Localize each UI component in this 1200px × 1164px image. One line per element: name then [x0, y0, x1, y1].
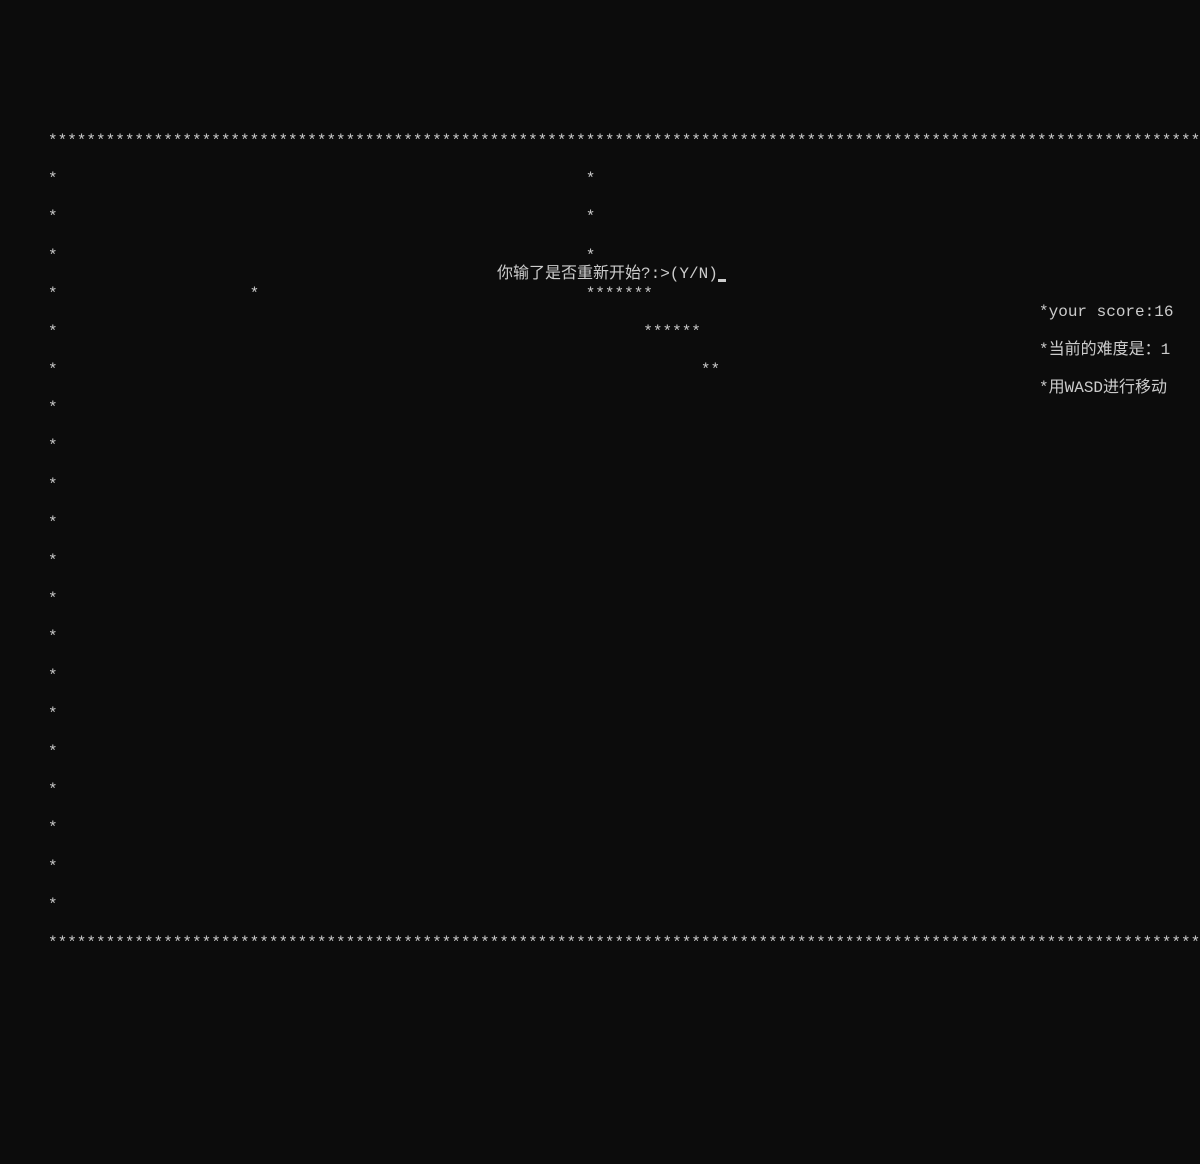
game-row: * *	[48, 819, 1200, 838]
game-row: * *	[48, 437, 1200, 456]
game-row: * *	[48, 705, 1200, 724]
game-row: * *	[48, 552, 1200, 571]
game-sidebar: *your score:16 *当前的难度是：1 *用WASD进行移动	[1039, 284, 1173, 418]
game-row: * *	[48, 628, 1200, 647]
score-display: *your score:16	[1039, 303, 1173, 322]
game-row: * * *	[48, 247, 1200, 266]
game-row: * * *	[48, 170, 1200, 189]
difficulty-label: 当前的难度是：	[1049, 341, 1161, 359]
difficulty-value: 1	[1161, 341, 1171, 359]
game-row: * *	[48, 476, 1200, 495]
prompt-text: 你输了是否重新开始?:>(Y/N)	[497, 265, 718, 283]
controls-hint: 用WASD进行移动	[1049, 379, 1167, 397]
score-value: 16	[1154, 303, 1173, 321]
game-row: * ****** *	[48, 323, 1200, 342]
border-top: ****************************************…	[48, 132, 1200, 151]
cursor-icon	[718, 279, 726, 282]
game-row: * *	[48, 667, 1200, 686]
score-label: your score:	[1049, 303, 1155, 321]
game-row: * *	[48, 743, 1200, 762]
game-row: * * *	[48, 208, 1200, 227]
difficulty-display: *当前的难度是：1	[1039, 341, 1173, 360]
game-row: * *	[48, 781, 1200, 800]
console-terminal: ****************************************…	[0, 77, 1200, 1068]
game-row: * ** *	[48, 361, 1200, 380]
game-row: * *	[48, 858, 1200, 877]
border-bottom: ****************************************…	[48, 934, 1200, 953]
game-over-prompt[interactable]: 你输了是否重新开始?:>(Y/N)	[497, 265, 726, 284]
controls-display: *用WASD进行移动	[1039, 379, 1173, 398]
game-row: * *	[48, 514, 1200, 533]
game-row: * *	[48, 399, 1200, 418]
game-row: * * ******* *	[48, 285, 1200, 304]
game-row: * *	[48, 896, 1200, 915]
